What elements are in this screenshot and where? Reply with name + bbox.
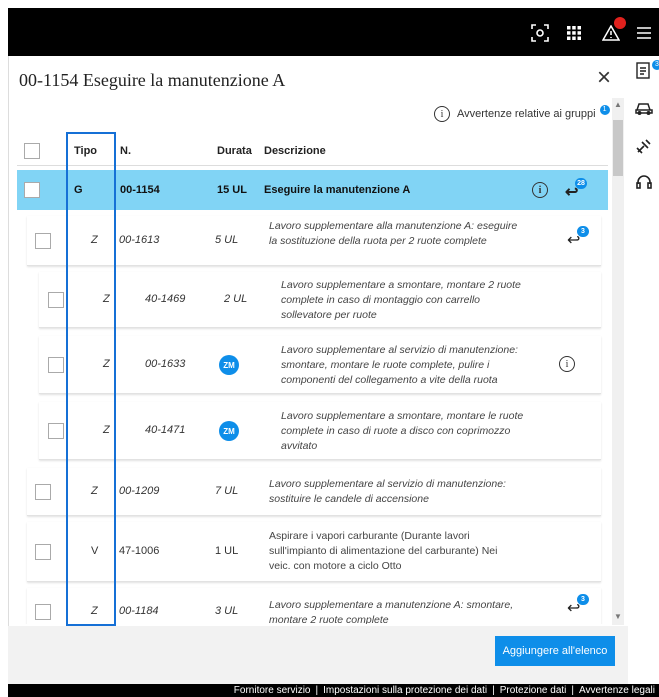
alert-dot xyxy=(614,17,626,29)
row-desc: Lavoro supplementare al servizio di manu… xyxy=(281,344,518,386)
table-row[interactable]: Z 00-1184 3 UL Lavoro supplementare a ma… xyxy=(27,588,601,624)
header-tipo: Tipo xyxy=(74,145,98,157)
group-warnings-label: Avvertenze relative ai gruppi xyxy=(457,108,596,120)
row-desc: Lavoro supplementare a smontare, montare… xyxy=(281,279,521,321)
info-icon[interactable]: i xyxy=(559,356,575,372)
row-durata: 15 UL xyxy=(217,184,247,196)
row-num: 00-1633 xyxy=(145,358,186,370)
footer-link-privacy-settings[interactable]: Impostazioni sulla protezione dei dati xyxy=(323,685,487,696)
row-checkbox[interactable] xyxy=(35,484,51,500)
hamburger-menu-icon[interactable] xyxy=(634,23,654,43)
table-row[interactable]: V 47-1006 1 UL Aspirare i vapori carbura… xyxy=(27,522,601,582)
table-row[interactable]: Z 00-1613 5 UL Lavoro supplementare alla… xyxy=(27,216,601,266)
row-desc: Eseguire la manutenzione A xyxy=(264,184,411,196)
footer-separator: | xyxy=(315,685,319,696)
reply-icon[interactable]: ↩ 3 xyxy=(567,594,591,620)
header-descrizione: Descrizione xyxy=(264,145,326,157)
select-all-checkbox[interactable] xyxy=(24,143,40,159)
row-checkbox[interactable] xyxy=(35,604,51,620)
tools-icon[interactable] xyxy=(634,136,654,156)
row-tipo: Z xyxy=(103,424,110,436)
checklist-icon[interactable]: 3 xyxy=(634,60,659,80)
row-desc: Lavoro supplementare a smontare, montare… xyxy=(281,410,524,452)
group-warnings-link[interactable]: i Avvertenze relative ai gruppi 1 xyxy=(434,105,610,122)
headset-icon[interactable] xyxy=(634,172,654,192)
table-row[interactable]: Z 00-1633 ZM Lavoro supplementare al ser… xyxy=(39,336,601,394)
row-num: 40-1469 xyxy=(145,293,186,305)
row-durata: 3 UL xyxy=(215,605,239,617)
row-checkbox[interactable] xyxy=(48,423,64,439)
info-icon[interactable]: i xyxy=(532,182,548,198)
reply-badge: 3 xyxy=(577,226,589,237)
maintenance-dialog: 00-1154 Eseguire la manutenzione A × i A… xyxy=(8,56,624,684)
car-icon[interactable] xyxy=(634,98,654,118)
reply-badge: 28 xyxy=(575,178,587,189)
reply-icon[interactable]: ↩ 28 xyxy=(565,178,589,204)
footer-link-legal-notices[interactable]: Avvertenze legali xyxy=(579,685,655,696)
scroll-down-icon[interactable]: ▼ xyxy=(614,612,622,621)
row-tipo: Z xyxy=(103,358,110,370)
add-to-list-button[interactable]: Aggiungere all'elenco xyxy=(495,636,615,666)
table-row[interactable]: Z 00-1209 7 UL Lavoro supplementare al s… xyxy=(27,468,601,516)
dialog-title: 00-1154 Eseguire la manutenzione A xyxy=(19,70,286,90)
row-durata: 1 UL xyxy=(215,545,239,557)
row-num: 40-1471 xyxy=(145,424,186,436)
top-bar xyxy=(8,8,659,56)
footer-link-service-provider[interactable]: Fornitore servizio xyxy=(234,685,311,696)
footer-separator: | xyxy=(492,685,495,696)
close-button[interactable]: × xyxy=(597,64,611,92)
info-icon: i xyxy=(434,106,450,122)
row-checkbox[interactable] xyxy=(35,544,51,560)
table-row[interactable]: Z 40-1471 ZM Lavoro supplementare a smon… xyxy=(39,402,601,460)
scan-icon[interactable] xyxy=(530,23,550,43)
row-checkbox[interactable] xyxy=(24,182,40,198)
grid-apps-icon[interactable] xyxy=(564,23,584,43)
zm-badge: ZM xyxy=(219,421,239,441)
row-tipo: Z xyxy=(91,605,98,617)
table-header: Tipo N. Durata Descrizione xyxy=(17,136,608,166)
row-tipo: Z xyxy=(91,485,98,497)
dialog-footer: Aggiungere all'elenco xyxy=(8,626,628,684)
group-warnings-badge: 1 xyxy=(599,105,610,115)
scroll-up-icon[interactable]: ▲ xyxy=(614,100,622,109)
operations-table: Tipo N. Durata Descrizione G 00-1154 15 … xyxy=(17,136,608,624)
checklist-badge: 3 xyxy=(652,60,659,70)
row-desc: Lavoro supplementare a manutenzione A: s… xyxy=(269,599,514,624)
row-desc: Lavoro supplementare al servizio di manu… xyxy=(269,478,506,505)
row-num: 00-1184 xyxy=(119,605,159,617)
row-durata: 7 UL xyxy=(215,485,239,497)
row-tipo: V xyxy=(91,545,99,557)
reply-badge: 3 xyxy=(577,594,589,605)
right-rail: 3 xyxy=(628,56,659,684)
vertical-scrollbar[interactable]: ▲ ▼ xyxy=(612,98,624,625)
row-tipo: G xyxy=(74,184,83,196)
row-durata: 2 UL xyxy=(224,293,248,305)
row-checkbox[interactable] xyxy=(48,292,64,308)
row-durata: 5 UL xyxy=(215,234,239,246)
row-num: 00-1613 xyxy=(119,234,160,246)
row-tipo: Z xyxy=(103,293,110,305)
legal-footer: Fornitore servizio | Impostazioni sulla pr… xyxy=(8,684,659,697)
row-checkbox[interactable] xyxy=(48,357,64,373)
row-num: 00-1154 xyxy=(120,184,160,196)
row-num: 00-1209 xyxy=(119,485,160,497)
zm-badge: ZM xyxy=(219,355,239,375)
footer-link-data-protection[interactable]: Protezione dati xyxy=(500,685,567,696)
row-desc: Lavoro supplementare alla manutenzione A… xyxy=(269,220,518,247)
table-row[interactable]: G 00-1154 15 UL Eseguire la manutenzione… xyxy=(17,170,608,210)
scrollbar-thumb[interactable] xyxy=(613,120,623,176)
footer-separator: | xyxy=(571,685,575,696)
row-tipo: Z xyxy=(91,234,98,246)
reply-icon[interactable]: ↩ 3 xyxy=(567,226,591,252)
row-checkbox[interactable] xyxy=(35,233,51,249)
row-num: 47-1006 xyxy=(119,545,160,557)
header-durata: Durata xyxy=(217,145,252,157)
row-desc: Aspirare i vapori carburante (Durante la… xyxy=(269,530,498,572)
header-num: N. xyxy=(120,145,131,157)
table-row[interactable]: Z 40-1469 2 UL Lavoro supplementare a sm… xyxy=(39,272,601,328)
